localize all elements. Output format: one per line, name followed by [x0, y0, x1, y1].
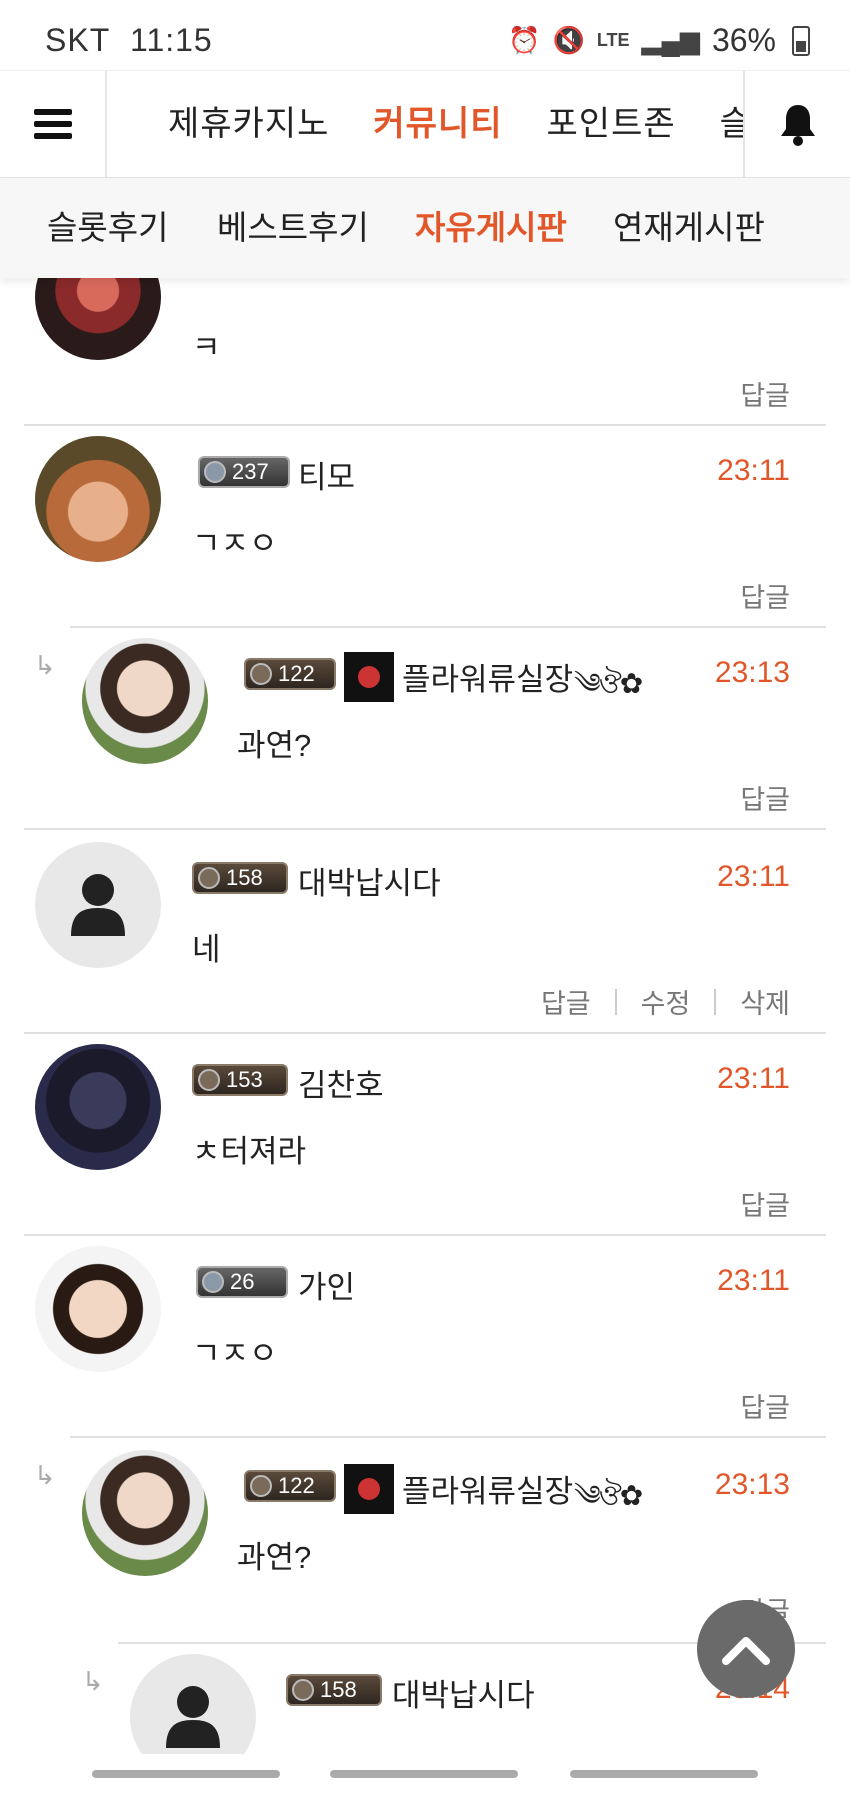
- edit-link[interactable]: 수정: [641, 982, 691, 1021]
- status-right: ⏰ 🔇 LTE ▂▄▆ 36%: [508, 22, 810, 59]
- menu-button[interactable]: [0, 71, 107, 177]
- avatar[interactable]: [35, 1044, 161, 1170]
- level-badge: 26: [196, 1266, 288, 1298]
- person-icon: [166, 1686, 220, 1748]
- top-nav: 제휴카지노 커뮤니티 포인트존 슬: [0, 70, 850, 179]
- divider: [24, 424, 826, 426]
- comment-text: ㅋ: [192, 330, 221, 365]
- sub-nav: 슬롯후기 베스트후기 자유게시판 연재게시판: [0, 178, 850, 278]
- signal-icon: ▂▄▆: [641, 25, 700, 55]
- comment-time: 23:13: [714, 1468, 790, 1501]
- reply-link[interactable]: 답글: [740, 1184, 790, 1223]
- battery-icon: [792, 25, 810, 56]
- status-bar: SKT 11:15 ⏰ 🔇 LTE ▂▄▆ 36%: [0, 0, 850, 80]
- profile-thumb: [344, 1464, 394, 1514]
- divider: [24, 828, 826, 830]
- divider: [24, 1234, 826, 1236]
- comment-time: 23:11: [717, 1264, 790, 1297]
- avatar[interactable]: [35, 436, 161, 562]
- sub-nav-series-board[interactable]: 연재게시판: [613, 178, 765, 278]
- action-separator: [714, 988, 717, 1015]
- scroll-top-button[interactable]: [697, 1600, 795, 1698]
- notification-button[interactable]: [743, 71, 850, 177]
- nav-recents[interactable]: [92, 1770, 280, 1778]
- sub-nav-free-board[interactable]: 자유게시판: [415, 178, 567, 278]
- reply-link[interactable]: 답글: [740, 374, 790, 413]
- comment-list: ㅋ 답글 237 티모 23:11 ㄱㅈㅇ 답글 ↳ 122 플라워류실장 ༄ঔ…: [0, 260, 850, 1760]
- nav-item-slot[interactable]: 슬: [720, 71, 744, 177]
- reply-link[interactable]: 답글: [541, 982, 591, 1021]
- comment-time: 23:13: [714, 656, 790, 689]
- status-left: SKT 11:15: [45, 22, 213, 59]
- hamburger-icon: [33, 109, 72, 139]
- username[interactable]: 가인: [298, 1262, 355, 1307]
- comment-time: 23:11: [717, 860, 790, 893]
- comment-text: 네: [192, 932, 221, 967]
- delete-link[interactable]: 삭제: [740, 982, 790, 1021]
- level-badge: 158: [286, 1674, 382, 1706]
- username[interactable]: 대박납시다: [392, 1670, 535, 1715]
- comment-text: 과연?: [237, 728, 312, 763]
- username[interactable]: 대박납시다: [298, 858, 441, 903]
- sub-nav-slot-review[interactable]: 슬롯후기: [47, 178, 168, 278]
- mute-icon: 🔇: [552, 25, 585, 55]
- level-badge: 153: [192, 1064, 288, 1096]
- username[interactable]: 플라워류실장: [402, 654, 573, 699]
- deco-icon: ༄ঔ✿: [574, 1480, 643, 1511]
- divider: [70, 626, 826, 628]
- person-icon: [71, 874, 125, 936]
- comment-actions: 답글: [740, 1184, 790, 1223]
- nav-item-community[interactable]: 커뮤니티: [373, 71, 502, 177]
- reply-link[interactable]: 답글: [740, 1386, 790, 1425]
- comment-time: 23:11: [717, 1062, 790, 1095]
- reply-arrow-icon: ↳: [34, 650, 56, 680]
- carrier-label: SKT: [45, 22, 111, 58]
- profile-thumb: [344, 652, 394, 702]
- reply-link[interactable]: 답글: [740, 778, 790, 817]
- comment-actions: 답글: [740, 778, 790, 817]
- sub-nav-best-review[interactable]: 베스트후기: [217, 178, 369, 278]
- battery-percent: 36%: [711, 22, 776, 58]
- divider: [70, 1436, 826, 1438]
- lte-icon: LTE: [596, 30, 630, 50]
- nav-home[interactable]: [330, 1770, 518, 1778]
- comment-time: 23:11: [717, 454, 790, 487]
- username[interactable]: 티모: [298, 452, 355, 497]
- comment-actions: 답글 수정 삭제: [541, 982, 790, 1021]
- nav-item-partner-casino[interactable]: 제휴카지노: [168, 71, 329, 177]
- comment-text: ㄱㅈㅇ: [192, 526, 278, 561]
- chevron-up-icon: [722, 1637, 770, 1665]
- level-badge: 122: [244, 658, 336, 690]
- level-badge: 158: [192, 862, 288, 894]
- alarm-icon: ⏰: [508, 25, 541, 55]
- username[interactable]: 플라워류실장: [402, 1466, 573, 1511]
- action-separator: [614, 988, 617, 1015]
- level-badge: 237: [198, 456, 290, 488]
- reply-arrow-icon: ↳: [82, 1666, 104, 1696]
- divider: [24, 1032, 826, 1034]
- avatar[interactable]: [130, 1654, 256, 1760]
- comment-text: 과연?: [237, 1540, 312, 1575]
- comment-text: ㅊ터져라: [192, 1134, 307, 1169]
- nav-back[interactable]: [570, 1770, 758, 1778]
- bell-icon: [780, 105, 815, 146]
- deco-icon: ༄ঔ✿: [574, 668, 643, 699]
- comment-actions: 답글: [740, 576, 790, 615]
- comment-text: ㄱㅈㅇ: [192, 1336, 278, 1371]
- avatar[interactable]: [82, 638, 208, 764]
- avatar[interactable]: [35, 1246, 161, 1372]
- nav-item-point-zone[interactable]: 포인트존: [547, 71, 676, 177]
- clock: 11:15: [130, 22, 213, 58]
- username[interactable]: 김찬호: [298, 1060, 384, 1105]
- level-badge: 122: [244, 1470, 336, 1502]
- avatar[interactable]: [82, 1450, 208, 1576]
- avatar[interactable]: [35, 842, 161, 968]
- top-nav-items: 제휴카지노 커뮤니티 포인트존 슬: [106, 71, 744, 177]
- reply-arrow-icon: ↳: [34, 1460, 56, 1490]
- comment-actions: 답글: [740, 1386, 790, 1425]
- system-nav-bar: [0, 1754, 850, 1794]
- reply-link[interactable]: 답글: [740, 576, 790, 615]
- comment-actions: 답글: [740, 374, 790, 413]
